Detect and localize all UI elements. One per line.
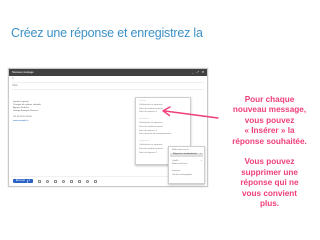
callout-line: vous convient (241, 188, 298, 198)
callout-line: réponse souhaitée. (232, 136, 307, 146)
callout-line: plus. (259, 199, 280, 209)
callout-line: vous pouvez (244, 115, 295, 125)
callout-line: réponse qui ne (240, 178, 299, 188)
callout-text: Pour chaque nouveau message, vous pouvez… (223, 95, 316, 209)
callout-line: Vous pouvez (244, 157, 295, 167)
callout-line: nouveau message, (232, 105, 307, 115)
callout-line: « Insérer » la (244, 126, 295, 136)
callout-line: Pour chaque (244, 95, 295, 104)
callout-line: supprimer une (241, 167, 298, 177)
callout-spacer (223, 147, 316, 157)
